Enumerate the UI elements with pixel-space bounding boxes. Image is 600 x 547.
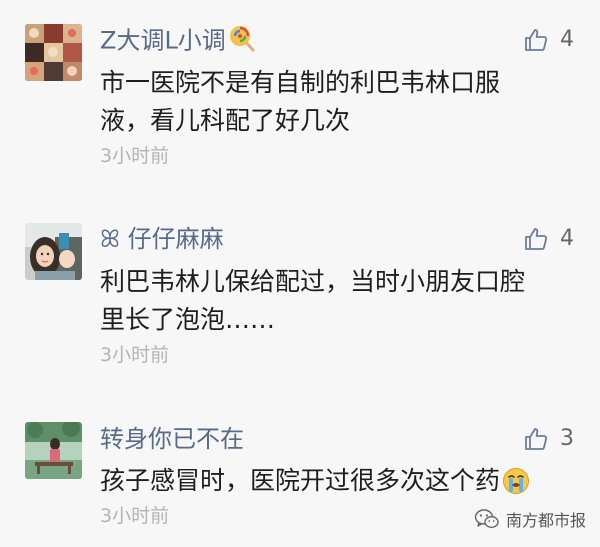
nickname-text: 转身你已不在 [100,425,244,453]
like-button[interactable]: 3 [524,424,574,454]
watermark-text: 南方都市报 [505,511,586,530]
nickname[interactable]: 转身你已不在 [100,424,244,454]
comment-line: 孩子感冒时，医院开过很多次这个药 [100,462,570,506]
comment-item: 转身你已不在 3 孩子感冒时，医院开过很多次这个药 3小时前 [0,0,600,547]
like-count: 3 [560,426,574,451]
avatar[interactable] [25,422,82,479]
comment-text: 孩子感冒时，医院开过很多次这个药 [100,462,570,506]
comment-list: Z大调L小调 4 市一医院不是有自制的利巴韦林口服 液，看儿科配了好几次 3小时… [0,0,600,547]
watermark: 南方都市报 [474,505,586,533]
comment-line-text: 孩子感冒时，医院开过很多次这个药 [100,466,501,495]
thumbs-up-icon [525,428,548,450]
crying-face-icon [502,467,530,506]
timestamp: 3小时前 [100,505,170,527]
wechat-icon [474,509,499,529]
